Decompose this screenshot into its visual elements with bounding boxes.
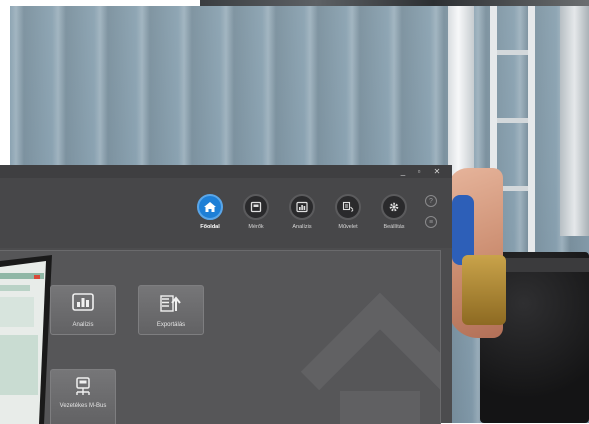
tile-export[interactable]: Exportálás (138, 285, 204, 335)
nav-settings-button[interactable]: Beállítás (374, 194, 414, 246)
main-toolbar: Főoldal Mérők Analízis Művelet Beállítás… (0, 178, 452, 248)
mbus-icon (51, 377, 115, 397)
home-icon (197, 194, 223, 220)
maximize-button[interactable]: ▫ (412, 165, 426, 178)
title-bar: _ ▫ ✕ (0, 165, 452, 178)
main-content: Analízis Exportálás Vezetékes M-Bus (0, 250, 441, 424)
app-window: _ ▫ ✕ Főoldal Mérők Analízis Művelet Beá… (0, 165, 452, 424)
tile-export-label: Exportálás (156, 322, 186, 328)
nav-operation-button[interactable]: Művelet (328, 194, 368, 246)
export-icon (139, 293, 203, 313)
background-meter-ring (498, 258, 589, 272)
nav-meters-button[interactable]: Mérők (236, 194, 276, 246)
background-pipe (560, 6, 589, 236)
chart-icon (51, 293, 115, 311)
help-icon[interactable]: ? (425, 195, 437, 207)
meter-icon (243, 194, 269, 220)
laptop-illustration (0, 255, 52, 424)
tile-analysis-label: Analízis (72, 322, 94, 328)
ladder-rung (497, 118, 528, 123)
minimize-button[interactable]: _ (396, 165, 410, 178)
nav-home-button[interactable]: Főoldal (190, 194, 230, 246)
operation-icon (335, 194, 361, 220)
ladder-rung (497, 50, 528, 55)
nav-analysis-label: Analízis (292, 224, 312, 230)
tile-mbus[interactable]: Vezetékes M-Bus (50, 369, 116, 424)
nav-analysis-button[interactable]: Analízis (282, 194, 322, 246)
chart-icon (289, 194, 315, 220)
nav-meters-label: Mérők (248, 224, 264, 230)
house-watermark-icon (300, 292, 440, 424)
gear-icon (381, 194, 407, 220)
background-brass-fitting (462, 255, 506, 325)
tile-mbus-label: Vezetékes M-Bus (59, 403, 107, 409)
nav-home-label: Főoldal (200, 224, 220, 230)
nav-settings-label: Beállítás (383, 224, 405, 230)
close-button[interactable]: ✕ (430, 165, 444, 178)
background-ladder-right (528, 6, 535, 276)
nav-operation-label: Művelet (338, 224, 358, 230)
chat-icon[interactable]: ≡ (425, 216, 437, 228)
tile-analysis[interactable]: Analízis (50, 285, 116, 335)
